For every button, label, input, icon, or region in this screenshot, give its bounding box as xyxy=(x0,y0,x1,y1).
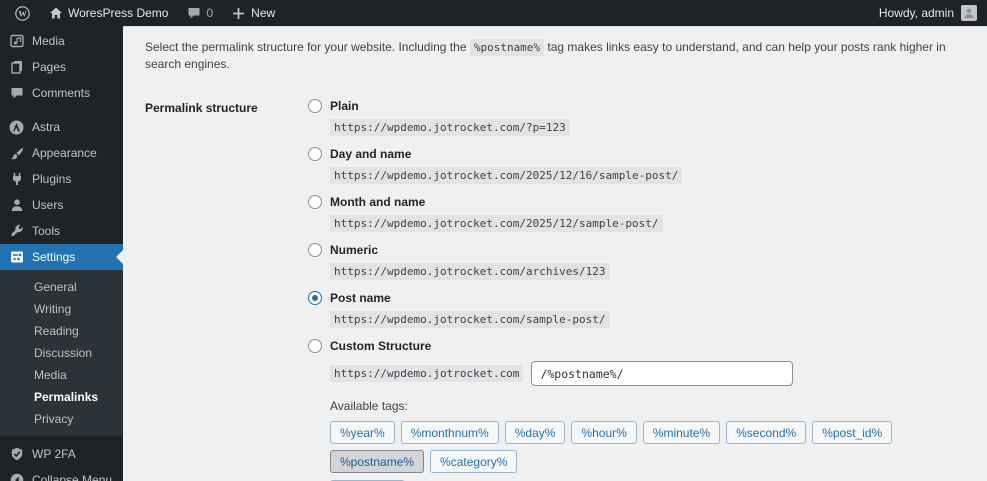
sidebar-item-settings[interactable]: Settings xyxy=(0,244,123,270)
sidebar-item-pages[interactable]: Pages xyxy=(0,54,123,80)
tag-post-id-button[interactable]: %post_id% xyxy=(812,421,893,444)
site-name: WoresPress Demo xyxy=(68,6,169,20)
plus-icon xyxy=(231,6,246,21)
comments-moderation-link[interactable]: 0 xyxy=(179,0,220,26)
permalink-intro-text: Select the permalink structure for your … xyxy=(145,39,967,73)
radio-circle-numeric[interactable] xyxy=(308,243,322,257)
user-avatar-icon[interactable] xyxy=(961,5,977,21)
tag-postname-button[interactable]: %postname% xyxy=(330,450,425,473)
wordpress-menu-button[interactable]: W xyxy=(8,0,37,26)
tag-year-button[interactable]: %year% xyxy=(330,421,395,444)
tag-category-button[interactable]: %category% xyxy=(430,450,518,473)
submenu-item-discussion[interactable]: Discussion xyxy=(0,342,123,364)
sidebar-item-appearance[interactable]: Appearance xyxy=(0,140,123,166)
settings-submenu: General Writing Reading Discussion Media… xyxy=(0,270,123,436)
example-url-plain: https://wpdemo.jotrocket.com/?p=123 xyxy=(330,119,570,136)
sidebar-item-media[interactable]: Media xyxy=(0,28,123,54)
example-url-numeric: https://wpdemo.jotrocket.com/archives/12… xyxy=(330,263,610,280)
sidebar-item-plugins[interactable]: Plugins xyxy=(0,166,123,192)
option-post-name: Post name https://wpdemo.jotrocket.com/s… xyxy=(308,291,967,328)
radio-circle-post-name[interactable] xyxy=(308,291,322,305)
plugin-icon xyxy=(9,172,24,187)
option-day-name: Day and name https://wpdemo.jotrocket.co… xyxy=(308,147,967,184)
example-url-day-name: https://wpdemo.jotrocket.com/2025/12/16/… xyxy=(330,167,683,184)
new-label: New xyxy=(251,6,276,20)
tag-day-button[interactable]: %day% xyxy=(504,421,566,444)
option-label-month-name: Month and name xyxy=(330,195,426,209)
custom-structure-input[interactable] xyxy=(531,361,794,386)
tag-hour-button[interactable]: %hour% xyxy=(571,421,637,444)
radio-circle-plain[interactable] xyxy=(308,99,322,113)
wordpress-logo-icon: W xyxy=(15,5,30,21)
permalink-options: Plain https://wpdemo.jotrocket.com/?p=12… xyxy=(308,99,967,481)
media-icon xyxy=(9,34,24,49)
collapse-menu-icon xyxy=(9,473,24,481)
submenu-item-reading[interactable]: Reading xyxy=(0,320,123,342)
option-custom-structure: Custom Structure https://wpdemo.jotrocke… xyxy=(308,339,967,386)
radio-circle-custom-structure[interactable] xyxy=(308,339,322,353)
radio-circle-day-name[interactable] xyxy=(308,147,322,161)
new-content-button[interactable]: New xyxy=(224,0,282,26)
radio-custom-structure[interactable]: Custom Structure xyxy=(308,339,967,353)
available-tags: %year% %monthnum% %day% %hour% %minute% … xyxy=(330,421,967,481)
available-tags-label: Available tags: xyxy=(330,399,408,413)
sidebar-item-comments[interactable]: Comments xyxy=(0,80,123,106)
sidebar-item-tools[interactable]: Tools xyxy=(0,218,123,244)
option-label-plain: Plain xyxy=(330,99,359,113)
radio-post-name[interactable]: Post name xyxy=(308,291,967,305)
sidebar-item-wp2fa[interactable]: WP 2FA xyxy=(0,441,123,467)
home-icon xyxy=(48,6,63,21)
submenu-item-media[interactable]: Media xyxy=(0,364,123,386)
users-icon xyxy=(9,198,24,213)
radio-numeric[interactable]: Numeric xyxy=(308,243,967,257)
radio-day-name[interactable]: Day and name xyxy=(308,147,967,161)
appearance-brush-icon xyxy=(9,146,24,161)
tools-wrench-icon xyxy=(9,224,24,239)
submenu-item-general[interactable]: General xyxy=(0,276,123,298)
menu-separator xyxy=(0,106,123,114)
radio-month-name[interactable]: Month and name xyxy=(308,195,967,209)
permalink-settings-content: Select the permalink structure for your … xyxy=(123,26,987,481)
submenu-item-writing[interactable]: Writing xyxy=(0,298,123,320)
example-url-post-name: https://wpdemo.jotrocket.com/sample-post… xyxy=(330,311,610,328)
radio-circle-month-name[interactable] xyxy=(308,195,322,209)
option-label-custom-structure: Custom Structure xyxy=(330,339,432,353)
custom-structure-prefix: https://wpdemo.jotrocket.com xyxy=(330,365,524,382)
comments-icon xyxy=(9,86,24,101)
wp2fa-shield-icon xyxy=(9,447,24,462)
tag-second-button[interactable]: %second% xyxy=(726,421,807,444)
option-month-name: Month and name https://wpdemo.jotrocket.… xyxy=(308,195,967,232)
howdy-admin-link[interactable]: Howdy, admin xyxy=(879,6,954,20)
submenu-item-permalinks[interactable]: Permalinks xyxy=(0,386,123,408)
option-label-day-name: Day and name xyxy=(330,147,412,161)
submenu-item-privacy[interactable]: Privacy xyxy=(0,408,123,430)
sidebar-item-collapse-menu[interactable]: Collapse Menu xyxy=(0,467,123,481)
option-numeric: Numeric https://wpdemo.jotrocket.com/arc… xyxy=(308,243,967,280)
permalink-structure-label: Permalink structure xyxy=(145,101,258,115)
option-label-numeric: Numeric xyxy=(330,243,379,257)
svg-text:W: W xyxy=(18,9,27,18)
sidebar-item-astra[interactable]: Astra xyxy=(0,114,123,140)
site-name-link[interactable]: WoresPress Demo xyxy=(41,0,175,26)
radio-plain[interactable]: Plain xyxy=(308,99,967,113)
option-plain: Plain https://wpdemo.jotrocket.com/?p=12… xyxy=(308,99,967,136)
admin-bar: W WoresPress Demo 0 New Howdy, admin xyxy=(0,0,987,26)
comment-bubble-icon xyxy=(186,6,201,21)
astra-logo-icon xyxy=(9,120,24,135)
settings-icon xyxy=(9,250,24,265)
example-url-month-name: https://wpdemo.jotrocket.com/2025/12/sam… xyxy=(330,215,663,232)
option-label-post-name: Post name xyxy=(330,291,391,305)
tag-monthnum-button[interactable]: %monthnum% xyxy=(400,421,499,444)
comments-count: 0 xyxy=(206,6,214,20)
sidebar-item-users[interactable]: Users xyxy=(0,192,123,218)
tag-minute-button[interactable]: %minute% xyxy=(642,421,721,444)
pages-icon xyxy=(9,60,24,75)
intro-postname-code: %postname% xyxy=(469,39,545,56)
admin-sidebar: Media Pages Comments Astra Appearance Pl… xyxy=(0,26,123,481)
intro-text-before: Select the permalink structure for your … xyxy=(145,40,470,54)
